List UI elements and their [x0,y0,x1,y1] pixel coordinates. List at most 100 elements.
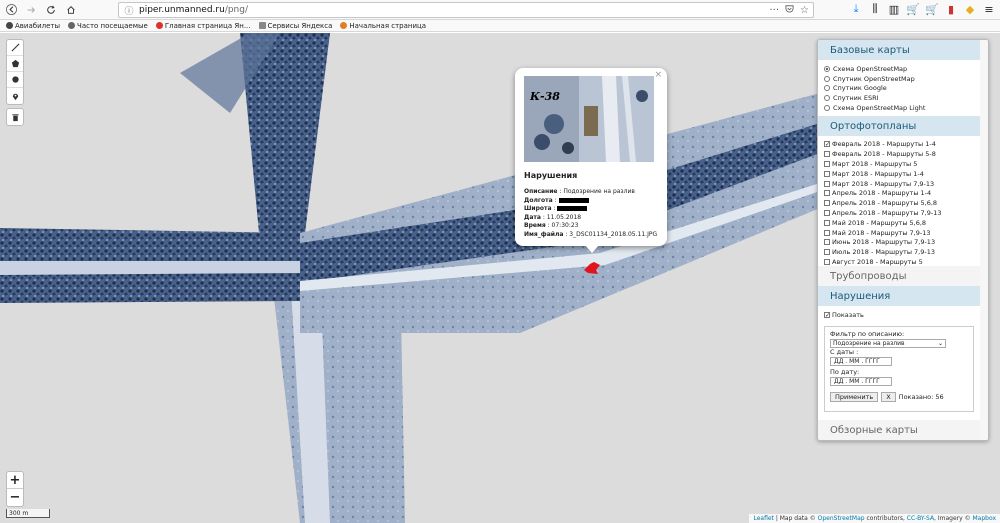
to-date-input[interactable]: ДД . ММ . ГГГГ [830,377,892,387]
overview-maps-header[interactable]: Обзорные карты [818,420,982,440]
option-label: Февраль 2018 - Маршруты 1-4 [832,140,936,149]
base-map-option[interactable]: Спутник OpenStreetMap [824,74,982,84]
checkbox[interactable] [824,229,830,236]
orthophoto-option[interactable]: Май 2018 - Маршруты 7,9-13 [824,228,982,238]
checkbox[interactable] [824,160,830,167]
violations-header[interactable]: Нарушения [818,286,988,307]
bookmark-label: Часто посещаемые [77,21,148,30]
base-map-option[interactable]: Спутник ESRI [824,93,982,103]
checkbox[interactable]: ✓ [824,141,830,148]
orthophoto-option[interactable]: Март 2018 - Маршруты 1-4 [824,169,982,179]
bookmark-item[interactable]: Начальная страница [340,22,426,30]
clear-filter-button[interactable]: X [881,392,896,403]
checkbox[interactable] [824,239,830,246]
apply-button[interactable]: Применить [830,392,879,403]
popup-close-button[interactable]: × [654,70,662,80]
bookmark-item[interactable]: Авиабилеты [6,22,60,30]
download-icon[interactable]: ⤓ [849,2,863,16]
checkbox[interactable] [824,180,830,187]
map-view[interactable]: + − 300 m Leaflet | Map data © OpenStree… [0,33,1000,523]
base-maps-header[interactable]: Базовые карты [818,40,988,60]
filter-description-select[interactable]: Подозрение на разлив ⌄ [830,339,946,349]
orthophoto-option[interactable]: Февраль 2018 - Маршруты 5-8 [824,149,982,159]
checkbox[interactable] [824,151,830,158]
firefox-icon [340,22,348,29]
cart-icon[interactable]: 🛒 [906,2,920,16]
from-date-input[interactable]: ДД . ММ . ГГГГ [830,357,892,367]
orthophoto-option[interactable]: Май 2018 - Маршруты 5,6,8 [824,218,982,228]
mapbox-link[interactable]: Mapbox [972,515,996,522]
base-map-option[interactable]: Спутник Google [824,83,982,93]
extension-icon[interactable]: ▮ [944,2,958,16]
checkbox[interactable] [824,249,830,256]
forward-button[interactable] [22,1,40,19]
menu-icon[interactable]: ≡ [982,2,996,16]
orthophoto-option[interactable]: Апрель 2018 - Маршруты 7,9-13 [824,208,982,218]
pipelines-header[interactable]: Трубопроводы [818,266,988,287]
option-label: Апрель 2018 - Маршруты 1-4 [832,189,932,198]
bookmark-label: Авиабилеты [15,21,61,30]
bookmark-item[interactable]: Сервисы Яндекса [258,22,332,30]
reload-button[interactable] [42,1,60,19]
radio-button[interactable] [824,65,830,72]
row-value: Подозрение на разлив [563,188,635,195]
orthophoto-option[interactable]: Август 2018 - Маршруты 5 [824,257,982,266]
base-map-option[interactable]: Схема OpenStreetMap [824,64,982,74]
checkbox[interactable] [824,200,830,207]
checkbox[interactable] [824,170,830,177]
back-button[interactable] [2,1,20,19]
show-violations-toggle[interactable]: ✓ Показать [824,310,982,320]
violation-photo[interactable]: К-38 [524,76,654,162]
radio-button[interactable] [824,85,830,92]
orthophoto-option[interactable]: Апрель 2018 - Маршруты 5,6,8 [824,198,982,208]
delete-layers-button[interactable] [6,108,24,126]
orthophoto-option[interactable]: Март 2018 - Маршруты 7,9-13 [824,179,982,189]
checkbox[interactable] [824,219,830,226]
checkbox[interactable] [824,209,830,216]
orthophoto-option[interactable]: Июль 2018 - Маршруты 7,9-13 [824,247,982,257]
orthophoto-option[interactable]: ✓ Февраль 2018 - Маршруты 1-4 [824,139,982,149]
orthophoto-option[interactable]: Апрель 2018 - Маршруты 1-4 [824,188,982,198]
bookmark-item[interactable]: Главная страница Ян... [155,22,251,30]
draw-toolbar [6,39,24,105]
base-map-option[interactable]: Схема OpenStreetMap Light [824,103,982,113]
radio-button[interactable] [824,104,830,111]
bookmark-item[interactable]: Часто посещаемые [68,22,148,30]
row-key: Описание [524,188,558,195]
draw-polygon-tool[interactable] [7,56,23,72]
radio-button[interactable] [824,75,830,82]
violations-filter: Фильтр по описанию: Подозрение на разлив… [824,326,974,413]
license-link[interactable]: CC-BY-SA [907,515,934,522]
checkbox[interactable] [824,190,830,197]
orthophoto-header[interactable]: Ортофотопланы [818,116,988,137]
option-label: Апрель 2018 - Маршруты 5,6,8 [832,199,938,208]
orthophoto-option[interactable]: Июнь 2018 - Маршруты 7,9-13 [824,237,982,247]
bookmark-star-icon[interactable]: ☆ [800,5,809,16]
sidebar-icon[interactable]: ▥ [887,2,901,16]
zoom-out-button[interactable]: − [7,489,23,506]
draw-marker-tool[interactable] [7,88,23,104]
osm-link[interactable]: OpenStreetMap [818,515,865,522]
pocket-icon[interactable] [785,4,794,16]
url-bar[interactable]: ⓘ piper.unmanned.ru/png/ ··· ☆ [118,2,814,18]
violation-marker[interactable] [582,261,602,275]
radio-button[interactable] [824,94,830,101]
orthophoto-option[interactable]: Март 2018 - Маршруты 5 [824,159,982,169]
checkbox[interactable]: ✓ [824,312,830,319]
photo-label: К-38 [530,90,560,103]
extension-shield-icon[interactable]: ◆ [963,2,977,16]
popup-row-latitude: Широта : [524,205,658,214]
url-text: piper.unmanned.ru/png/ [139,5,248,15]
cart-icon-2[interactable]: 🛒 [925,2,939,16]
home-button[interactable] [62,1,80,19]
checkbox[interactable] [824,258,830,265]
page-actions-button[interactable]: ··· [769,5,779,16]
library-icon[interactable]: ⫼ [868,2,882,16]
site-info-icon[interactable]: ⓘ [123,4,135,17]
draw-line-tool[interactable] [7,40,23,56]
leaflet-link[interactable]: Leaflet [753,515,773,522]
zoom-in-button[interactable]: + [7,472,23,489]
panel-scrollbar[interactable] [980,40,988,440]
draw-circle-tool[interactable] [7,72,23,88]
popup-row-date: Дата : 11.05.2018 [524,213,582,221]
